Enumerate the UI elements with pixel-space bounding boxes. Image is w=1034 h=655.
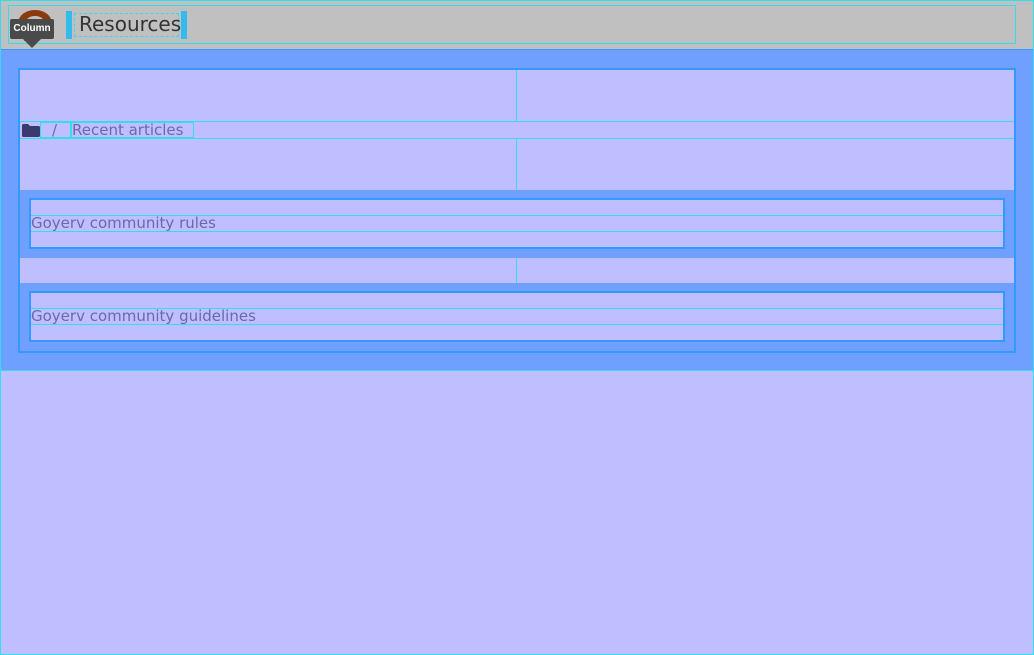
column-tooltip: Column: [10, 19, 54, 48]
grid-row-spacer: [20, 258, 1014, 283]
grid-row-middle: [20, 139, 1014, 190]
app-header: Column Resources: [0, 0, 1034, 50]
grid-row-top: [20, 70, 1014, 121]
article-card[interactable]: Goyerv community guidelines: [29, 291, 1005, 342]
article-card[interactable]: Goyerv community rules: [29, 198, 1005, 249]
page-title: Resources: [79, 12, 182, 36]
grid-column-divider: [516, 139, 517, 190]
breadcrumb-separator: /: [52, 121, 58, 139]
content-container: / Recent articles Goyerv community rules…: [18, 68, 1016, 353]
grid-column-divider: [516, 258, 517, 283]
card-guide-line: [31, 324, 1003, 325]
main-panel: / Recent articles Goyerv community rules…: [0, 50, 1034, 371]
article-link-community-guidelines[interactable]: Goyerv community guidelines: [31, 307, 256, 325]
breadcrumb: / Recent articles: [20, 121, 1014, 139]
grid-column-divider: [516, 70, 517, 121]
breadcrumb-recent-articles-link[interactable]: Recent articles: [72, 121, 183, 139]
article-band-2: Goyerv community guidelines: [20, 283, 1014, 351]
article-band-1: Goyerv community rules: [20, 190, 1014, 258]
page-title-container: Resources: [66, 11, 187, 39]
card-guide-line: [31, 231, 1003, 232]
article-link-community-rules[interactable]: Goyerv community rules: [31, 214, 216, 232]
folder-icon[interactable]: [22, 124, 40, 137]
